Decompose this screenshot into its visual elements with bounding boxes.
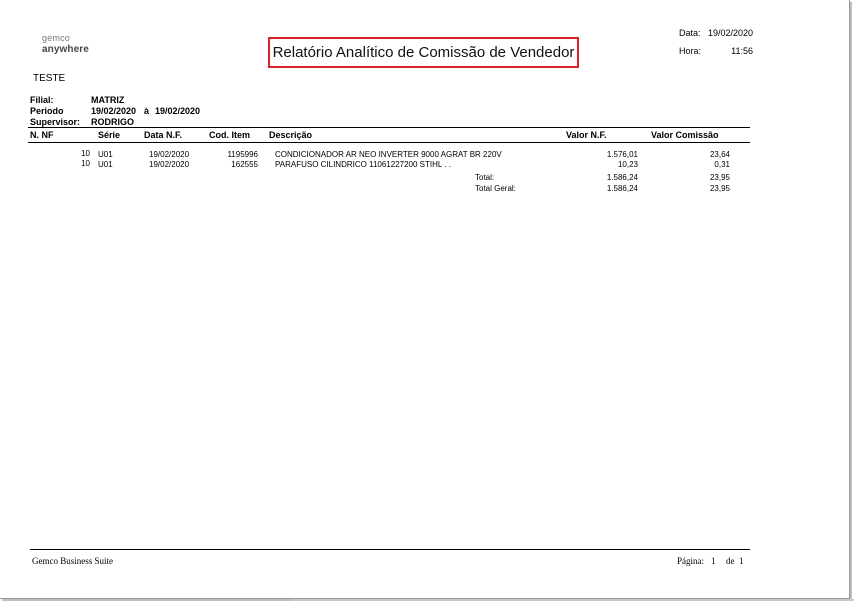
cell-descricao: PARAFUSO CILINDRICO 11061227200 STIHL . … [275,160,451,169]
col-descricao: Descrição [269,130,313,140]
col-valor-comissao: Valor Comissão [651,130,719,140]
header-top-rule [28,127,750,128]
total-geral-valor-comissao: 23,95 [709,184,730,193]
footer-brand: Gemco Business Suite [32,556,113,566]
cell-valor-nf: 1.576,01 [606,150,638,159]
cell-serie: U01 [98,150,113,159]
col-serie: Série [98,130,121,140]
filial-value: MATRIZ [91,95,125,105]
cell-cod-item: 1195996 [227,150,258,159]
cell-serie: U01 [98,160,113,169]
periodo-start: 19/02/2020 [91,106,137,116]
gemco-logo: gemco anywhere [42,33,89,55]
col-nnf: N. NF [30,130,54,140]
col-data-nf: Data N.F. [144,130,183,140]
col-cod-item: Cod. Item [209,130,251,140]
total-geral-valor-nf: 1.586,24 [606,184,638,193]
filial-label: Filial: [30,95,54,105]
cell-data-nf: 19/02/2020 [149,150,190,159]
supervisor-label: Supervisor: [30,117,81,127]
time-label: Hora: [679,46,702,56]
page-total: 1 [739,556,744,566]
cell-descricao: CONDICIONADOR AR NEO INVERTER 9000 AGRAT… [275,150,502,159]
periodo-end: 19/02/2020 [155,106,201,116]
company-name: TESTE [33,73,66,84]
time-value: 11:56 [731,46,753,56]
footer-rule [30,549,750,550]
cell-cod-item: 162555 [231,160,258,169]
cell-valor-nf: 10,23 [617,160,638,169]
cell-nnf: 10 [81,149,90,158]
total-label: Total: [475,173,495,182]
report-title: Relatório Analítico de Comissão de Vende… [272,44,575,61]
date-value: 19/02/2020 [708,28,754,38]
col-valor-nf: Valor N.F. [566,130,607,140]
cell-valor-comissao: 0,31 [714,160,730,169]
total-valor-nf: 1.586,24 [606,173,638,182]
page-label: Página: [677,556,704,566]
total-geral-label: Total Geral: [475,184,516,193]
logo-line1: gemco [42,33,71,43]
header-bottom-rule [28,142,750,143]
total-valor-comissao: 23,95 [709,173,730,182]
cell-nnf: 10 [81,159,90,168]
date-label: Data: [679,28,701,38]
report-title-box: Relatório Analítico de Comissão de Vende… [268,37,579,68]
logo-line2: anywhere [42,44,89,55]
periodo-label: Periodo [30,106,64,116]
supervisor-value: RODRIGO [91,117,135,127]
cell-valor-comissao: 23,64 [709,150,730,159]
page-current: 1 [711,556,716,566]
cell-data-nf: 19/02/2020 [149,160,190,169]
report-page: gemco anywhere Relatório Analítico de Co… [0,0,850,599]
periodo-separator: à [144,106,150,116]
page-of: de [726,556,735,566]
